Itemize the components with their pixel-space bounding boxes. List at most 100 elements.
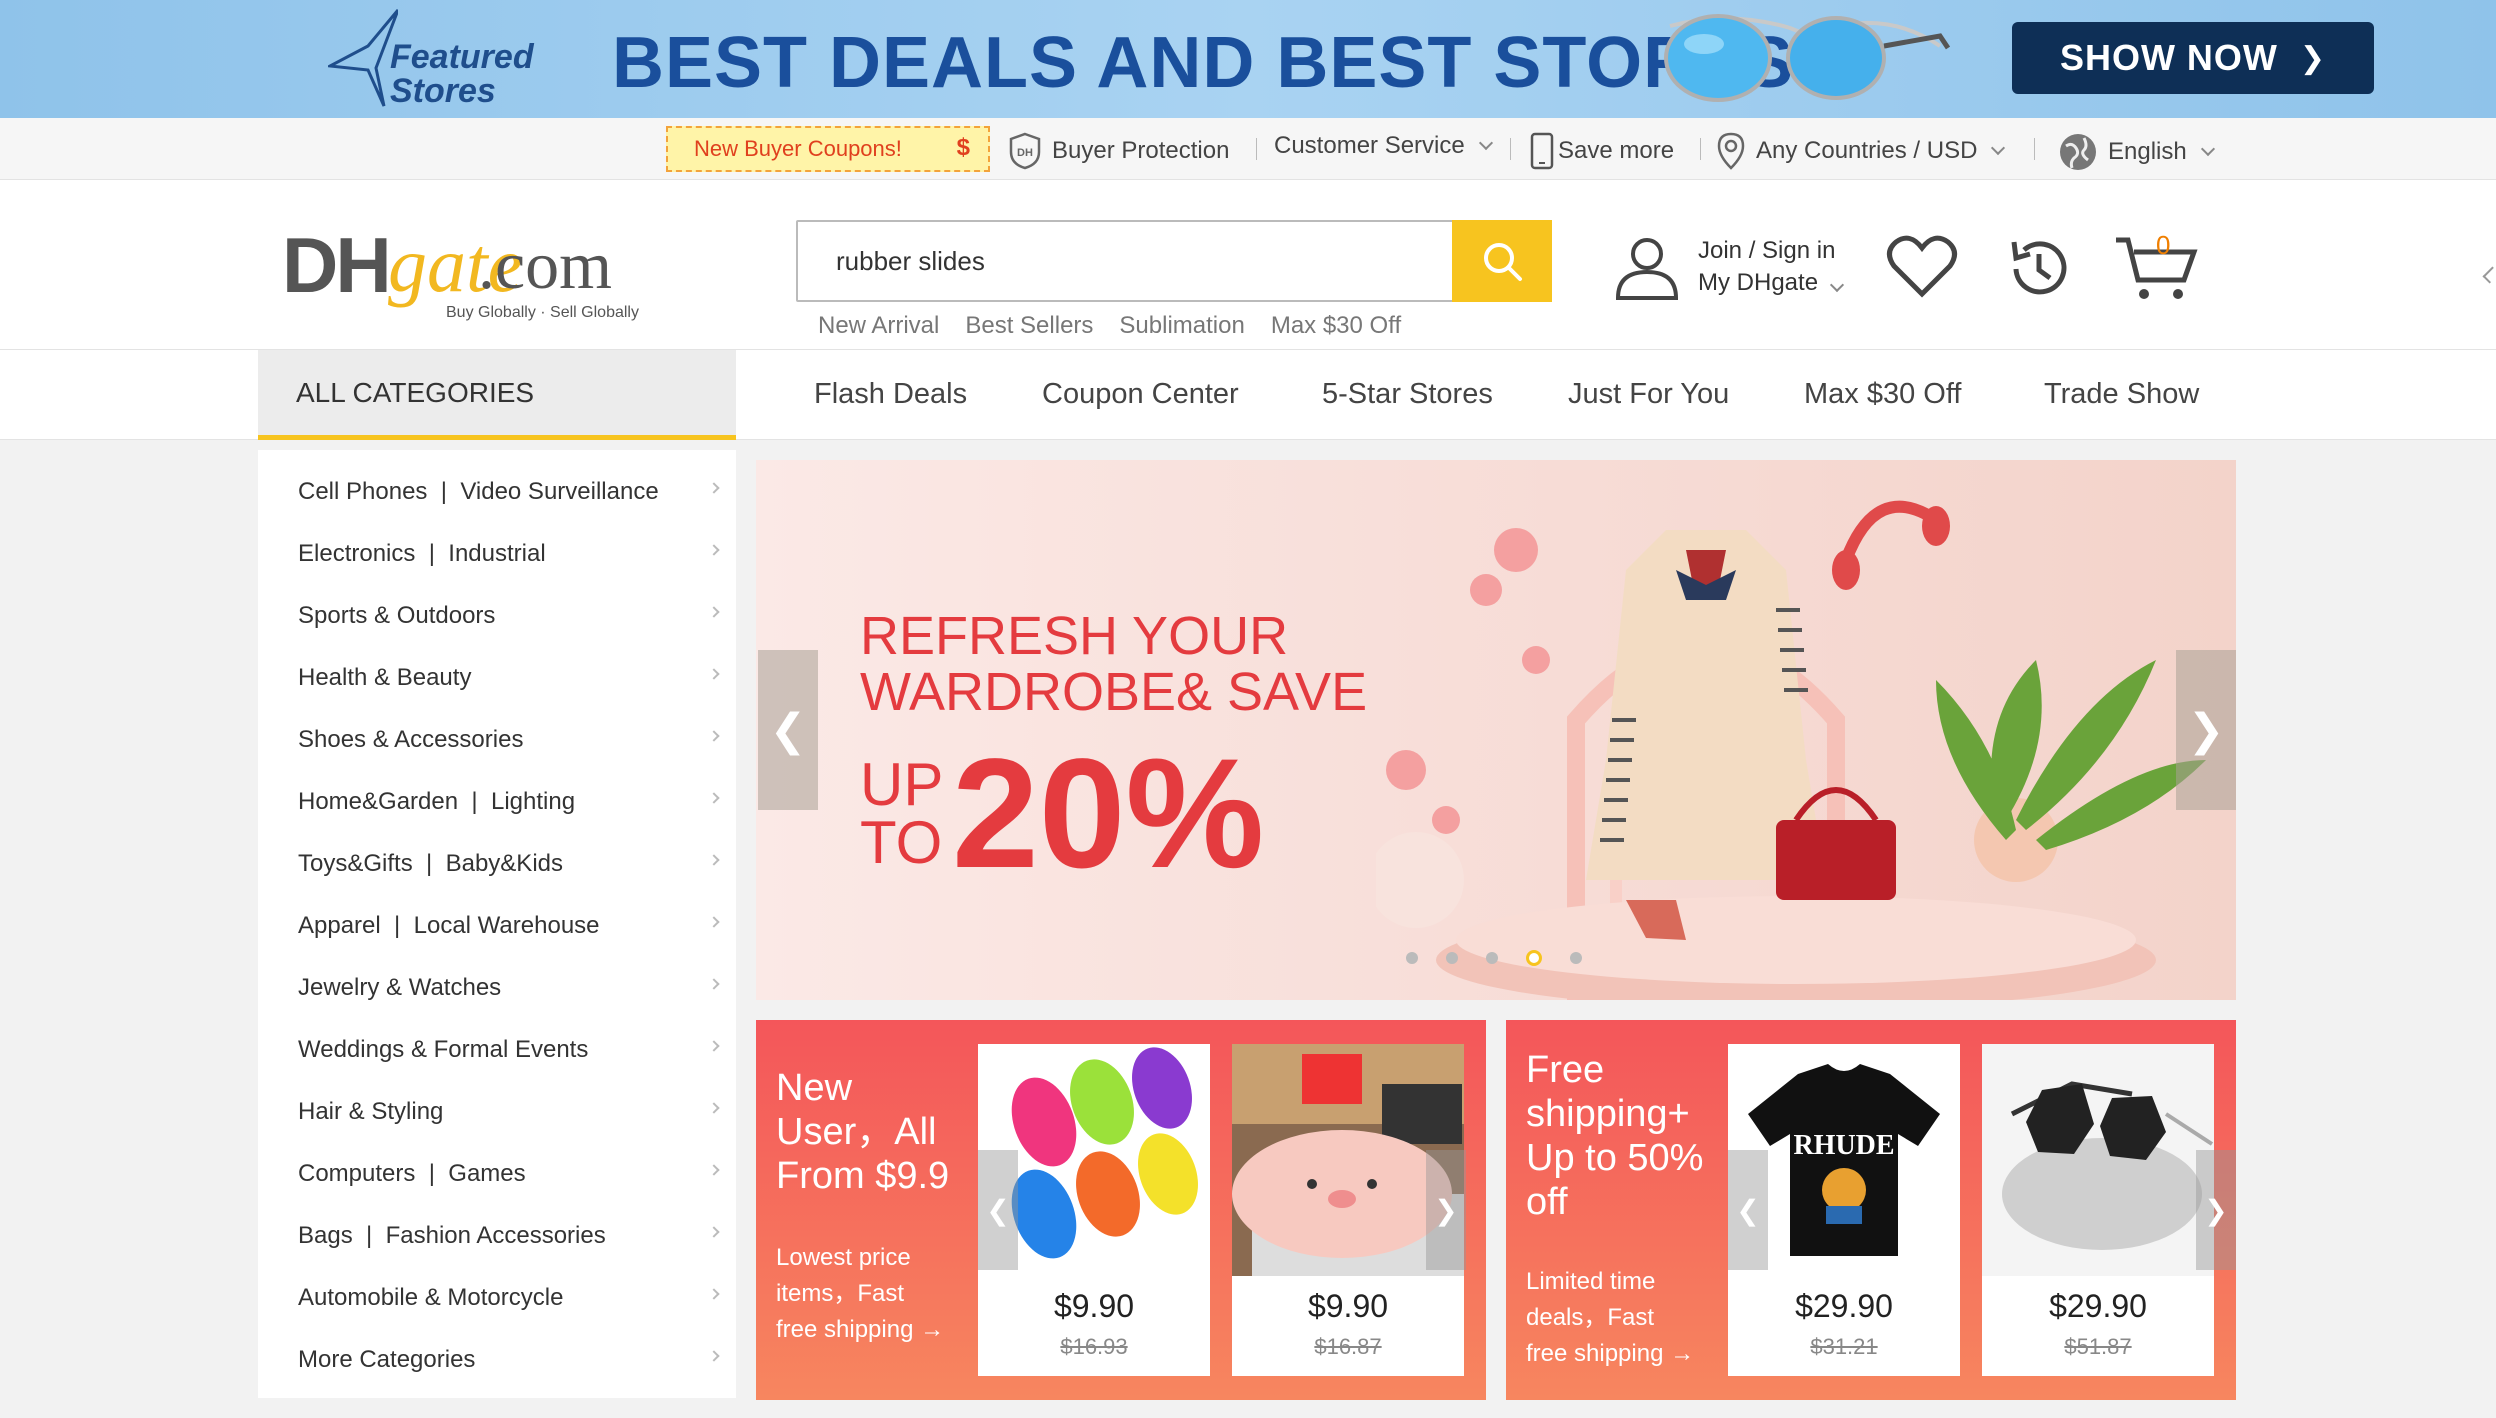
chevron-down-icon [2200, 141, 2215, 157]
globe-icon [2060, 134, 2096, 170]
banner-title: BEST DEALS AND BEST STORES [612, 23, 1795, 103]
account-menu[interactable]: Join / Sign in My DHgate [1612, 232, 1845, 302]
chevron-right-icon [708, 1164, 720, 1176]
promo-prev-button[interactable]: ❮ [978, 1150, 1018, 1270]
category-item[interactable]: Jewelry & Watches [298, 966, 720, 1010]
category-item[interactable]: Cell Phones | Video Surveillance [298, 470, 720, 514]
hot-link[interactable]: Sublimation [1119, 312, 1244, 340]
promo-next-button[interactable]: ❯ [2196, 1150, 2236, 1270]
search-input[interactable] [798, 222, 1412, 300]
category-item[interactable]: Weddings & Formal Events [298, 1028, 720, 1072]
category-item[interactable]: Automobile & Motorcycle [298, 1276, 720, 1320]
language-dropdown[interactable]: English [2058, 132, 2215, 172]
buyer-protection-link[interactable]: DH Buyer Protection [1008, 132, 1229, 170]
category-item[interactable]: Computers | Games [298, 1152, 720, 1196]
sunglasses-image [1664, 14, 1951, 102]
nav-trade-show[interactable]: Trade Show [2044, 378, 2199, 411]
category-item[interactable]: Shoes & Accessories [298, 718, 720, 762]
carousel-indicators [1406, 950, 1582, 966]
chevron-right-icon [708, 1226, 720, 1238]
chevron-down-icon [1478, 135, 1493, 151]
chevron-right-icon [708, 792, 720, 804]
utility-bar: New Buyer Coupons! $ DH Buyer Protection… [0, 118, 2496, 180]
nav-coupon-center[interactable]: Coupon Center [1042, 378, 1239, 411]
product-image-sunglasses-case [1982, 1044, 2214, 1276]
hero-carousel[interactable]: REFRESH YOUR WARDROBE& SAVE UP TO 20% ❮ ❯ [756, 460, 2236, 1000]
category-item[interactable]: Home&Garden | Lighting [298, 780, 720, 824]
promo-prev-button[interactable]: ❮ [1728, 1150, 1768, 1270]
svg-text:RHUDE: RHUDE [1793, 1130, 1894, 1161]
search-hot-links: New Arrival Best Sellers Sublimation Max… [818, 312, 1401, 340]
product-original-price: $16.93 [1060, 1334, 1128, 1359]
chevron-right-icon [708, 916, 720, 928]
category-item-more[interactable]: More Categories [298, 1338, 720, 1382]
product-price: $29.90 [2049, 1288, 2147, 1324]
region-currency-dropdown[interactable]: Any Countries / USD [1716, 132, 2006, 170]
chevron-right-icon: ❯ [2204, 1194, 2228, 1226]
user-icon [1615, 238, 1679, 300]
mobile-phone-icon [1530, 132, 1554, 170]
my-dhgate-dropdown[interactable]: My DHgate [1698, 267, 1845, 299]
location-pin-icon [1717, 132, 1745, 170]
promo-free-shipping[interactable]: Free shipping+ Up to 50% off Limited tim… [1506, 1020, 2236, 1400]
nav-max-30-off[interactable]: Max $30 Off [1804, 378, 1961, 411]
chevron-right-icon [708, 1040, 720, 1052]
product-card[interactable]: $29.90 $51.87 [1982, 1044, 2214, 1376]
promo-subtitle[interactable]: Limited time deals，Fast free shipping → [1526, 1264, 1694, 1372]
promo-subtitle[interactable]: Lowest price items，Fast free shipping → [776, 1240, 944, 1348]
top-promo-banner[interactable]: Featured Stores BEST DEALS AND BEST STOR… [0, 0, 2496, 118]
category-sidebar: Cell Phones | Video Surveillance Electro… [258, 450, 736, 1398]
chevron-right-icon [708, 854, 720, 866]
chevron-right-icon: ❯ [2299, 41, 2327, 75]
promo-title: Free shipping+ Up to 50% off [1526, 1049, 1704, 1223]
carousel-dot[interactable] [1406, 952, 1418, 964]
carousel-dot[interactable] [1486, 952, 1498, 964]
carousel-dot-active[interactable] [1526, 950, 1542, 966]
nav-5-star-stores[interactable]: 5-Star Stores [1322, 378, 1493, 411]
category-item[interactable]: Electronics | Industrial [298, 532, 720, 576]
promo-new-user[interactable]: New User，All From $9.9 Lowest price item… [756, 1020, 1486, 1400]
hero-headline: REFRESH YOUR WARDROBE& SAVE UP TO 20% [860, 606, 1368, 901]
dhgate-logo[interactable]: DH gate .com Buy Globally · Sell Globall… [282, 220, 662, 330]
hot-link[interactable]: Best Sellers [965, 312, 1093, 340]
chevron-right-icon [708, 730, 720, 742]
all-categories-tab[interactable]: ALL CATEGORIES [258, 350, 736, 440]
chevron-down-icon [1829, 277, 1845, 293]
search-icon [1484, 243, 1522, 281]
new-buyer-coupon-button[interactable]: New Buyer Coupons! $ [666, 126, 990, 172]
carousel-prev-button[interactable]: ❮ [758, 650, 818, 810]
carousel-next-button[interactable]: ❯ [2176, 650, 2236, 810]
product-original-price: $16.87 [1314, 1334, 1382, 1359]
coupon-dollar-icon: $ [956, 134, 970, 161]
chevron-right-icon [708, 606, 720, 618]
featured-stores-logo: Featured Stores [328, 6, 534, 110]
nav-flash-deals[interactable]: Flash Deals [814, 378, 967, 411]
search-bar [796, 220, 1552, 302]
search-button[interactable] [1452, 220, 1552, 302]
category-item[interactable]: Health & Beauty [298, 656, 720, 700]
hot-link[interactable]: New Arrival [818, 312, 939, 340]
save-more-app-link[interactable]: Save more [1530, 132, 1674, 170]
product-original-price: $51.87 [2064, 1334, 2132, 1359]
history-icon[interactable] [2004, 234, 2074, 304]
heart-icon[interactable] [1886, 234, 1958, 298]
featured-stores-text: Featured Stores [390, 38, 534, 110]
category-item[interactable]: Sports & Outdoors [298, 594, 720, 638]
category-item[interactable]: Apparel | Local Warehouse [298, 904, 720, 948]
join-sign-in-link[interactable]: Join / Sign in [1698, 235, 1842, 267]
carousel-dot[interactable] [1570, 952, 1582, 964]
category-item[interactable]: Bags | Fashion Accessories [298, 1214, 720, 1258]
carousel-dot[interactable] [1446, 952, 1458, 964]
hot-link[interactable]: Max $30 Off [1271, 312, 1401, 340]
promo-next-button[interactable]: ❯ [1426, 1150, 1466, 1270]
chevron-right-icon [708, 978, 720, 990]
nav-just-for-you[interactable]: Just For You [1568, 378, 1729, 411]
chevron-right-icon [708, 482, 720, 494]
category-item[interactable]: Hair & Styling [298, 1090, 720, 1134]
main-header: DH gate .com Buy Globally · Sell Globall… [0, 180, 2496, 350]
customer-service-dropdown[interactable]: Customer Service [1274, 132, 1493, 160]
chevron-right-icon: ❯ [2187, 705, 2225, 755]
promo-title: New User，All From $9.9 [776, 1067, 950, 1197]
show-now-button[interactable]: SHOW NOW ❯ [2012, 22, 2374, 94]
category-item[interactable]: Toys&Gifts | Baby&Kids [298, 842, 720, 886]
